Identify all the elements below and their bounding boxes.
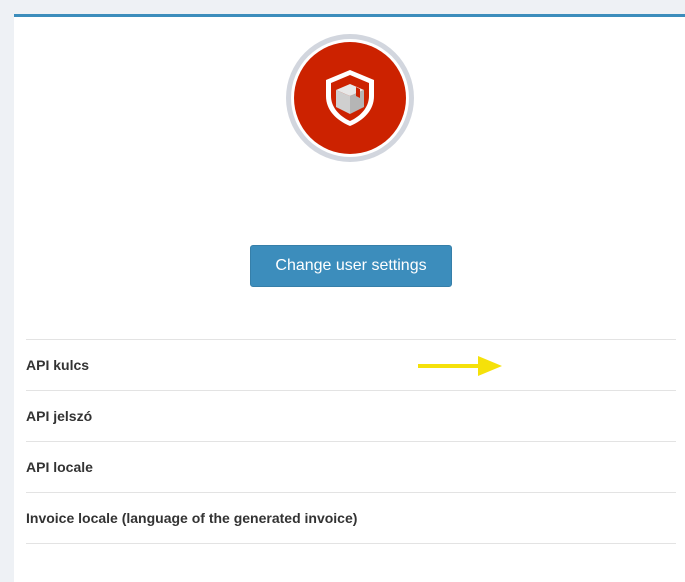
list-item: API kulcs — [26, 339, 676, 390]
settings-list: API kulcs API jelszó API locale Invoice … — [26, 339, 676, 544]
list-item: API jelszó — [26, 390, 676, 441]
settings-panel: Change user settings API kulcs API jelsz… — [14, 14, 685, 582]
list-item: API locale — [26, 441, 676, 492]
package-box-icon — [326, 70, 374, 126]
list-item: Invoice locale (language of the generate… — [26, 492, 676, 544]
setting-label-api-locale: API locale — [26, 459, 93, 475]
app-logo-badge — [294, 42, 406, 154]
setting-label-api-password: API jelszó — [26, 408, 93, 424]
arrow-right-icon — [418, 356, 502, 376]
app-logo — [286, 34, 414, 162]
change-user-settings-button[interactable]: Change user settings — [250, 245, 452, 287]
setting-label-api-key: API kulcs — [26, 357, 90, 373]
setting-label-invoice-locale: Invoice locale (language of the generate… — [26, 510, 358, 526]
